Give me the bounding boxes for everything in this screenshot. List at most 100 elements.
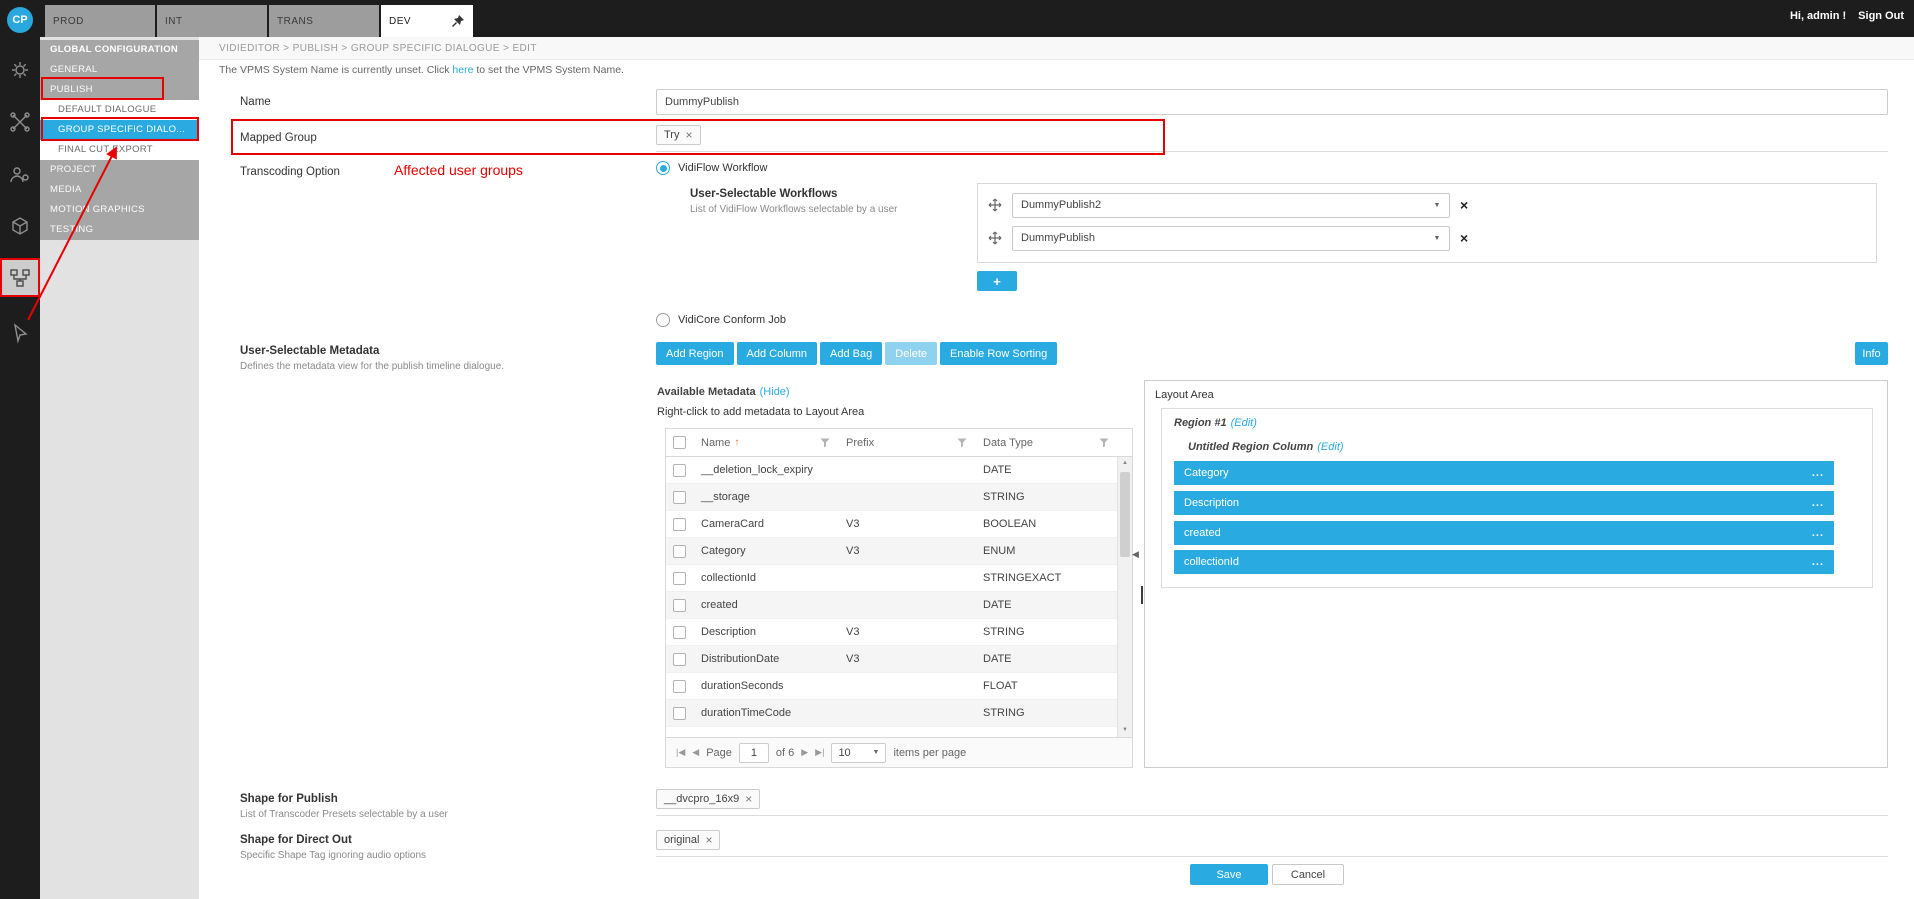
- row-menu-icon[interactable]: ...: [1812, 556, 1824, 568]
- workflow-select[interactable]: DummyPublish2 ▼: [1012, 193, 1450, 218]
- tools-icon[interactable]: [0, 105, 40, 139]
- table-row[interactable]: Category V3 ENUM: [666, 538, 1132, 565]
- filter-icon[interactable]: [1099, 438, 1109, 451]
- layout-item[interactable]: Category ...: [1174, 461, 1834, 485]
- tab-prod[interactable]: PROD: [45, 5, 155, 37]
- row-checkbox[interactable]: [673, 707, 686, 720]
- filter-icon[interactable]: [957, 438, 967, 451]
- table-row[interactable]: __deletion_lock_expiry DATE: [666, 457, 1132, 484]
- row-checkbox[interactable]: [673, 518, 686, 531]
- row-menu-icon[interactable]: ...: [1812, 467, 1824, 479]
- add-region-button[interactable]: Add Region: [656, 342, 734, 365]
- enable-row-sorting-button[interactable]: Enable Row Sorting: [940, 342, 1057, 365]
- nav-general[interactable]: GENERAL: [40, 60, 199, 80]
- nav-publish[interactable]: PUBLISH: [40, 80, 199, 100]
- column-header-datatype[interactable]: Data Type: [975, 429, 1117, 456]
- table-scrollbar[interactable]: ▲ ▼: [1117, 457, 1132, 737]
- pager-last-icon[interactable]: ▶|: [815, 747, 824, 758]
- region-edit-link[interactable]: (Edit): [1231, 417, 1257, 429]
- table-row[interactable]: durationSeconds FLOAT: [666, 673, 1132, 700]
- remove-tag-icon[interactable]: ×: [685, 129, 692, 141]
- pager-page-input[interactable]: [739, 743, 769, 763]
- nav-project[interactable]: PROJECT: [40, 160, 199, 180]
- nav-group-specific-dialogue[interactable]: GROUP SPECIFIC DIALO...: [40, 120, 199, 140]
- remove-tag-icon[interactable]: ×: [745, 793, 752, 805]
- row-menu-icon[interactable]: ...: [1812, 527, 1824, 539]
- remove-workflow-icon[interactable]: ×: [1460, 197, 1468, 213]
- tab-trans[interactable]: TRANS: [269, 5, 379, 37]
- tab-int[interactable]: INT: [157, 5, 267, 37]
- remove-tag-icon[interactable]: ×: [705, 834, 712, 846]
- mapped-group-field[interactable]: Try ×: [656, 122, 1888, 152]
- column-header-name[interactable]: Name ↑: [693, 429, 838, 456]
- info-button[interactable]: Info: [1855, 342, 1888, 365]
- chevron-down-icon[interactable]: ▼: [1425, 227, 1449, 250]
- remove-workflow-icon[interactable]: ×: [1460, 230, 1468, 246]
- vpms-here-link[interactable]: here: [452, 64, 473, 76]
- add-column-button[interactable]: Add Column: [737, 342, 818, 365]
- name-input[interactable]: [656, 89, 1888, 115]
- modules-icon[interactable]: [0, 53, 40, 87]
- package-icon[interactable]: [0, 209, 40, 243]
- shape-publish-field[interactable]: __dvcpro_16x9 ×: [656, 786, 1888, 816]
- layout-item[interactable]: collectionId ...: [1174, 550, 1834, 574]
- chevron-down-icon[interactable]: ▼: [1425, 194, 1449, 217]
- row-checkbox[interactable]: [673, 599, 686, 612]
- layout-item[interactable]: created ...: [1174, 521, 1834, 545]
- row-checkbox[interactable]: [673, 626, 686, 639]
- shape-direct-field[interactable]: original ×: [656, 827, 1888, 857]
- drag-handle-icon[interactable]: [988, 198, 1002, 212]
- table-row[interactable]: __storage STRING: [666, 484, 1132, 511]
- nav-default-dialogue[interactable]: DEFAULT DIALOGUE: [40, 100, 199, 120]
- table-row[interactable]: CameraCard V3 BOOLEAN: [666, 511, 1132, 538]
- vidieditor-config-icon[interactable]: [0, 258, 40, 297]
- tab-dev[interactable]: DEV: [381, 5, 473, 37]
- hide-link[interactable]: (Hide): [760, 386, 790, 398]
- add-workflow-button[interactable]: +: [977, 271, 1017, 291]
- column-header-prefix[interactable]: Prefix: [838, 429, 975, 456]
- sign-out-link[interactable]: Sign Out: [1858, 10, 1904, 22]
- gear-icon: [9, 59, 31, 81]
- nav-final-cut-export[interactable]: FINAL CUT EXPORT: [40, 140, 199, 160]
- row-checkbox[interactable]: [673, 464, 686, 477]
- row-checkbox[interactable]: [673, 653, 686, 666]
- pager-first-icon[interactable]: |◀: [676, 747, 685, 758]
- radio-vidicore-conform[interactable]: VidiCore Conform Job: [656, 313, 786, 327]
- row-checkbox[interactable]: [673, 545, 686, 558]
- row-checkbox[interactable]: [673, 680, 686, 693]
- scrollbar-thumb[interactable]: [1120, 472, 1130, 557]
- user-settings-icon[interactable]: [0, 158, 40, 192]
- delete-button[interactable]: Delete: [885, 342, 937, 365]
- nav-motion-graphics[interactable]: MOTION GRAPHICS: [40, 200, 199, 220]
- cursor-icon: [9, 322, 31, 344]
- save-button[interactable]: Save: [1190, 864, 1268, 885]
- cancel-button[interactable]: Cancel: [1272, 864, 1344, 885]
- workflow-select[interactable]: DummyPublish ▼: [1012, 226, 1450, 251]
- nav-media[interactable]: MEDIA: [40, 180, 199, 200]
- shape-publish-tag: __dvcpro_16x9 ×: [656, 789, 760, 809]
- nav-testing[interactable]: TESTING: [40, 220, 199, 240]
- filter-icon[interactable]: [820, 438, 830, 451]
- scroll-up-icon[interactable]: ▲: [1118, 457, 1132, 470]
- table-row[interactable]: Description V3 STRING: [666, 619, 1132, 646]
- table-row[interactable]: collectionId STRINGEXACT: [666, 565, 1132, 592]
- pointer-tool-icon[interactable]: [0, 316, 40, 350]
- panel-splitter-icon[interactable]: ◀: [1132, 549, 1139, 560]
- cp-logo[interactable]: CP: [7, 7, 33, 33]
- select-all-checkbox[interactable]: [673, 436, 686, 449]
- table-row[interactable]: durationTimeCode STRING: [666, 700, 1132, 727]
- pager-next-icon[interactable]: ▶: [801, 747, 808, 758]
- page-size-select[interactable]: 10 ▼: [831, 743, 886, 763]
- pager-prev-icon[interactable]: ◀: [692, 747, 699, 758]
- table-row[interactable]: created DATE: [666, 592, 1132, 619]
- drag-handle-icon[interactable]: [988, 231, 1002, 245]
- add-bag-button[interactable]: Add Bag: [820, 342, 882, 365]
- row-menu-icon[interactable]: ...: [1812, 497, 1824, 509]
- column-edit-link[interactable]: (Edit): [1317, 441, 1343, 453]
- scroll-down-icon[interactable]: ▼: [1118, 724, 1132, 737]
- radio-vidiflow-workflow[interactable]: VidiFlow Workflow: [656, 161, 767, 175]
- layout-item[interactable]: Description ...: [1174, 491, 1834, 515]
- table-row[interactable]: DistributionDate V3 DATE: [666, 646, 1132, 673]
- row-checkbox[interactable]: [673, 491, 686, 504]
- row-checkbox[interactable]: [673, 572, 686, 585]
